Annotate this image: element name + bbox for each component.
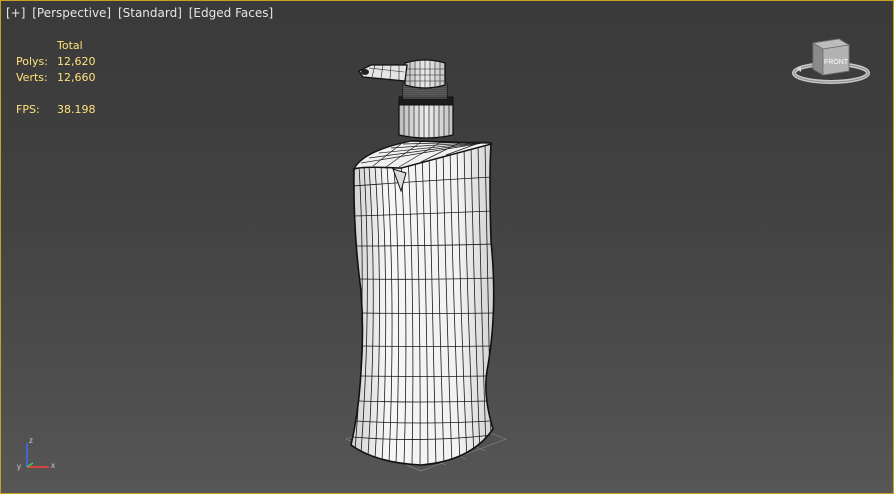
viewcube-navigator[interactable]: FRONT bbox=[791, 33, 871, 89]
bottle-collar bbox=[398, 96, 454, 139]
pump-head bbox=[358, 59, 446, 89]
axis-tripod: z x y bbox=[17, 436, 55, 471]
perspective-viewport[interactable]: [+] [Perspective] [Standard] [Edged Face… bbox=[0, 0, 894, 494]
z-axis-label: z bbox=[29, 436, 33, 445]
pump-bottle-mesh[interactable] bbox=[1, 1, 893, 493]
viewcube-front-label: FRONT bbox=[824, 59, 849, 66]
bottle-body bbox=[350, 140, 495, 466]
y-axis-label: y bbox=[17, 462, 21, 471]
x-axis-label: x bbox=[51, 461, 55, 470]
